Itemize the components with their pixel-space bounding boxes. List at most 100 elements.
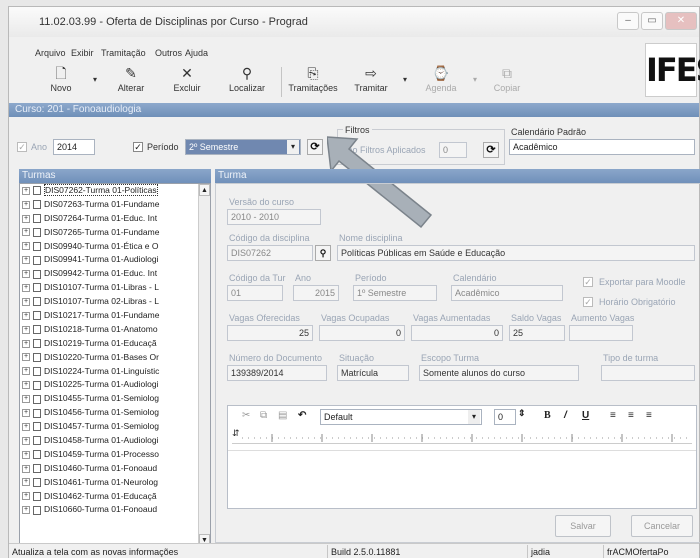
localizar-button[interactable]: ⚲ Localizar bbox=[219, 63, 275, 101]
align-right-icon[interactable]: ≡ bbox=[646, 410, 652, 421]
turma-list-item[interactable]: + DIS10224-Turma 01-Linguístic bbox=[20, 365, 210, 379]
cancelar-button[interactable]: Cancelar bbox=[631, 515, 693, 537]
turma-list-item[interactable]: + DIS10225-Turma 01-Audiologi bbox=[20, 378, 210, 392]
turma-list-item[interactable]: + DIS10459-Turma 01-Processo bbox=[20, 448, 210, 462]
spin-icon[interactable]: ⇕ bbox=[518, 408, 526, 419]
align-center-icon[interactable]: ≡ bbox=[628, 410, 634, 421]
cut-icon[interactable]: ✂ bbox=[242, 410, 250, 421]
turma-list-item[interactable]: + DIS07263-Turma 01-Fundame bbox=[20, 198, 210, 212]
expand-icon[interactable]: + bbox=[22, 381, 30, 390]
close-button[interactable]: ✕ bbox=[665, 12, 697, 30]
turma-list-item[interactable]: + DIS10217-Turma 01-Fundame bbox=[20, 309, 210, 323]
chevron-down-icon[interactable]: ▾ bbox=[403, 75, 407, 84]
maximize-button[interactable]: ▭ bbox=[641, 12, 663, 30]
ano-checkbox[interactable]: ✓ bbox=[17, 142, 27, 152]
turma-list-item[interactable]: + DIS07262-Turma 01-Políticas bbox=[20, 184, 210, 198]
turmas-list[interactable]: + DIS07262-Turma 01-Políticas + DIS07263-Tu… bbox=[19, 183, 211, 547]
turma-list-item[interactable]: + DIS07265-Turma 01-Fundame bbox=[20, 226, 210, 240]
turma-list-item[interactable]: + DIS10660-Turma 01-Fonoaud bbox=[20, 503, 210, 517]
bold-icon[interactable]: B bbox=[544, 410, 551, 421]
turmas-scrollbar[interactable]: ▲ ▼ bbox=[198, 184, 210, 546]
chevron-down-icon[interactable]: ▾ bbox=[468, 410, 480, 424]
expand-icon[interactable]: + bbox=[22, 186, 30, 195]
turma-list-item[interactable]: + DIS10107-Turma 02-Libras - L bbox=[20, 295, 210, 309]
scroll-up-icon[interactable]: ▲ bbox=[199, 184, 210, 196]
turma-list-item[interactable]: + DIS09940-Turma 01-Ética e O bbox=[20, 240, 210, 254]
expand-icon[interactable]: + bbox=[22, 450, 30, 459]
minimize-button[interactable]: ‒ bbox=[617, 12, 639, 30]
paste-icon[interactable]: ▤ bbox=[278, 410, 287, 421]
turma-list-item[interactable]: + DIS10461-Turma 01-Neurolog bbox=[20, 476, 210, 490]
turma-list-item[interactable]: + DIS10455-Turma 01-Semiolog bbox=[20, 392, 210, 406]
underline-icon[interactable]: U bbox=[582, 410, 589, 421]
turma-list-item[interactable]: + DIS10218-Turma 01-Anatomo bbox=[20, 323, 210, 337]
copiar-button[interactable]: ⧉ Copiar bbox=[479, 63, 535, 101]
expand-icon[interactable]: + bbox=[22, 297, 30, 306]
italic-icon[interactable]: / bbox=[564, 410, 567, 421]
exportar-moodle-checkbox[interactable]: ✓ bbox=[583, 277, 593, 287]
turma-list-item[interactable]: + DIS10219-Turma 01-Educaçã bbox=[20, 337, 210, 351]
undo-icon[interactable]: ↶ bbox=[298, 410, 306, 421]
ano-field[interactable]: 2014 bbox=[53, 139, 95, 155]
font-select[interactable]: Default ▾ bbox=[320, 409, 482, 425]
menu-exibir[interactable]: Exibir bbox=[71, 48, 94, 58]
chevron-down-icon[interactable]: ▾ bbox=[287, 140, 299, 154]
observacoes-editor[interactable]: ✂ ⧉ ▤ ↶ Default ▾ 0 ⇕ B / U ≡ ≡ ≡ ⇵ bbox=[227, 405, 697, 509]
search-disciplina-button[interactable]: ⚲ bbox=[315, 245, 331, 261]
expand-icon[interactable]: + bbox=[22, 270, 30, 279]
turma-list-item[interactable]: + DIS07264-Turma 01-Educ. Int bbox=[20, 212, 210, 226]
expand-icon[interactable]: + bbox=[22, 339, 30, 348]
expand-icon[interactable]: + bbox=[22, 464, 30, 473]
excluir-button[interactable]: ✕ Excluir bbox=[159, 63, 215, 101]
expand-icon[interactable]: + bbox=[22, 492, 30, 501]
refresh-periodo-button[interactable]: ⟳ bbox=[307, 139, 323, 155]
expand-icon[interactable]: + bbox=[22, 283, 30, 292]
periodo-checkbox[interactable]: ✓ bbox=[133, 142, 143, 152]
calendario-padrao-field[interactable]: Acadêmico bbox=[509, 139, 695, 155]
agenda-button[interactable]: ⌚ Agenda ▾ bbox=[413, 63, 477, 101]
menu-outros[interactable]: Outros bbox=[155, 48, 182, 58]
refresh-filtros-button[interactable]: ⟳ bbox=[483, 142, 499, 158]
expand-icon[interactable]: + bbox=[22, 214, 30, 223]
novo-button[interactable]: 🗋 Novo ▾ bbox=[33, 63, 97, 101]
turma-list-item[interactable]: + DIS09941-Turma 01-Audiologi bbox=[20, 253, 210, 267]
turma-list-item[interactable]: + DIS10457-Turma 01-Semiolog bbox=[20, 420, 210, 434]
expand-icon[interactable]: + bbox=[22, 409, 30, 417]
expand-icon[interactable]: + bbox=[22, 353, 30, 362]
expand-icon[interactable]: + bbox=[22, 436, 30, 445]
turma-list-item[interactable]: + DIS10456-Turma 01-Semiolog bbox=[20, 406, 210, 420]
expand-icon[interactable]: + bbox=[22, 422, 30, 431]
expand-icon[interactable]: + bbox=[22, 200, 30, 209]
turma-list-item[interactable]: + DIS10460-Turma 01-Fonoaud bbox=[20, 462, 210, 476]
expand-icon[interactable]: + bbox=[22, 311, 30, 320]
indent-marker-icon[interactable]: ⇵ bbox=[232, 428, 240, 439]
expand-icon[interactable]: + bbox=[22, 367, 30, 376]
tramitar-button[interactable]: ⇨ Tramitar ▾ bbox=[343, 63, 407, 101]
expand-icon[interactable]: + bbox=[22, 228, 30, 237]
ruler[interactable]: ⇵ bbox=[232, 428, 692, 444]
turma-list-item[interactable]: + DIS10462-Turma 01-Educaçã bbox=[20, 490, 210, 504]
chevron-down-icon[interactable]: ▾ bbox=[93, 75, 97, 84]
expand-icon[interactable]: + bbox=[22, 506, 30, 515]
turma-list-item[interactable]: + DIS10107-Turma 01-Libras - L bbox=[20, 281, 210, 295]
font-size-field[interactable]: 0 bbox=[494, 409, 516, 425]
turma-list-item[interactable]: + DIS10220-Turma 01-Bases Or bbox=[20, 351, 210, 365]
menu-arquivo[interactable]: Arquivo bbox=[35, 48, 66, 58]
periodo-select[interactable]: 2º Semestre ▾ bbox=[185, 139, 301, 155]
menu-tramitacao[interactable]: Tramitação bbox=[101, 48, 146, 58]
chevron-down-icon[interactable]: ▾ bbox=[473, 75, 477, 84]
expand-icon[interactable]: + bbox=[22, 242, 30, 251]
horario-obrigatorio-checkbox[interactable]: ✓ bbox=[583, 297, 593, 307]
expand-icon[interactable]: + bbox=[22, 478, 30, 487]
expand-icon[interactable]: + bbox=[22, 256, 30, 265]
menu-ajuda[interactable]: Ajuda bbox=[185, 48, 208, 58]
copy-icon[interactable]: ⧉ bbox=[260, 410, 267, 421]
align-left-icon[interactable]: ≡ bbox=[610, 410, 616, 421]
alterar-button[interactable]: ✎ Alterar bbox=[103, 63, 159, 101]
tramitacoes-button[interactable]: ⎘ Tramitações bbox=[285, 63, 341, 101]
turma-list-item[interactable]: + DIS10458-Turma 01-Audiologi bbox=[20, 434, 210, 448]
turma-list-item[interactable]: + DIS09942-Turma 01-Educ. Int bbox=[20, 267, 210, 281]
expand-icon[interactable]: + bbox=[22, 325, 30, 334]
salvar-button[interactable]: Salvar bbox=[555, 515, 611, 537]
expand-icon[interactable]: + bbox=[22, 395, 30, 404]
